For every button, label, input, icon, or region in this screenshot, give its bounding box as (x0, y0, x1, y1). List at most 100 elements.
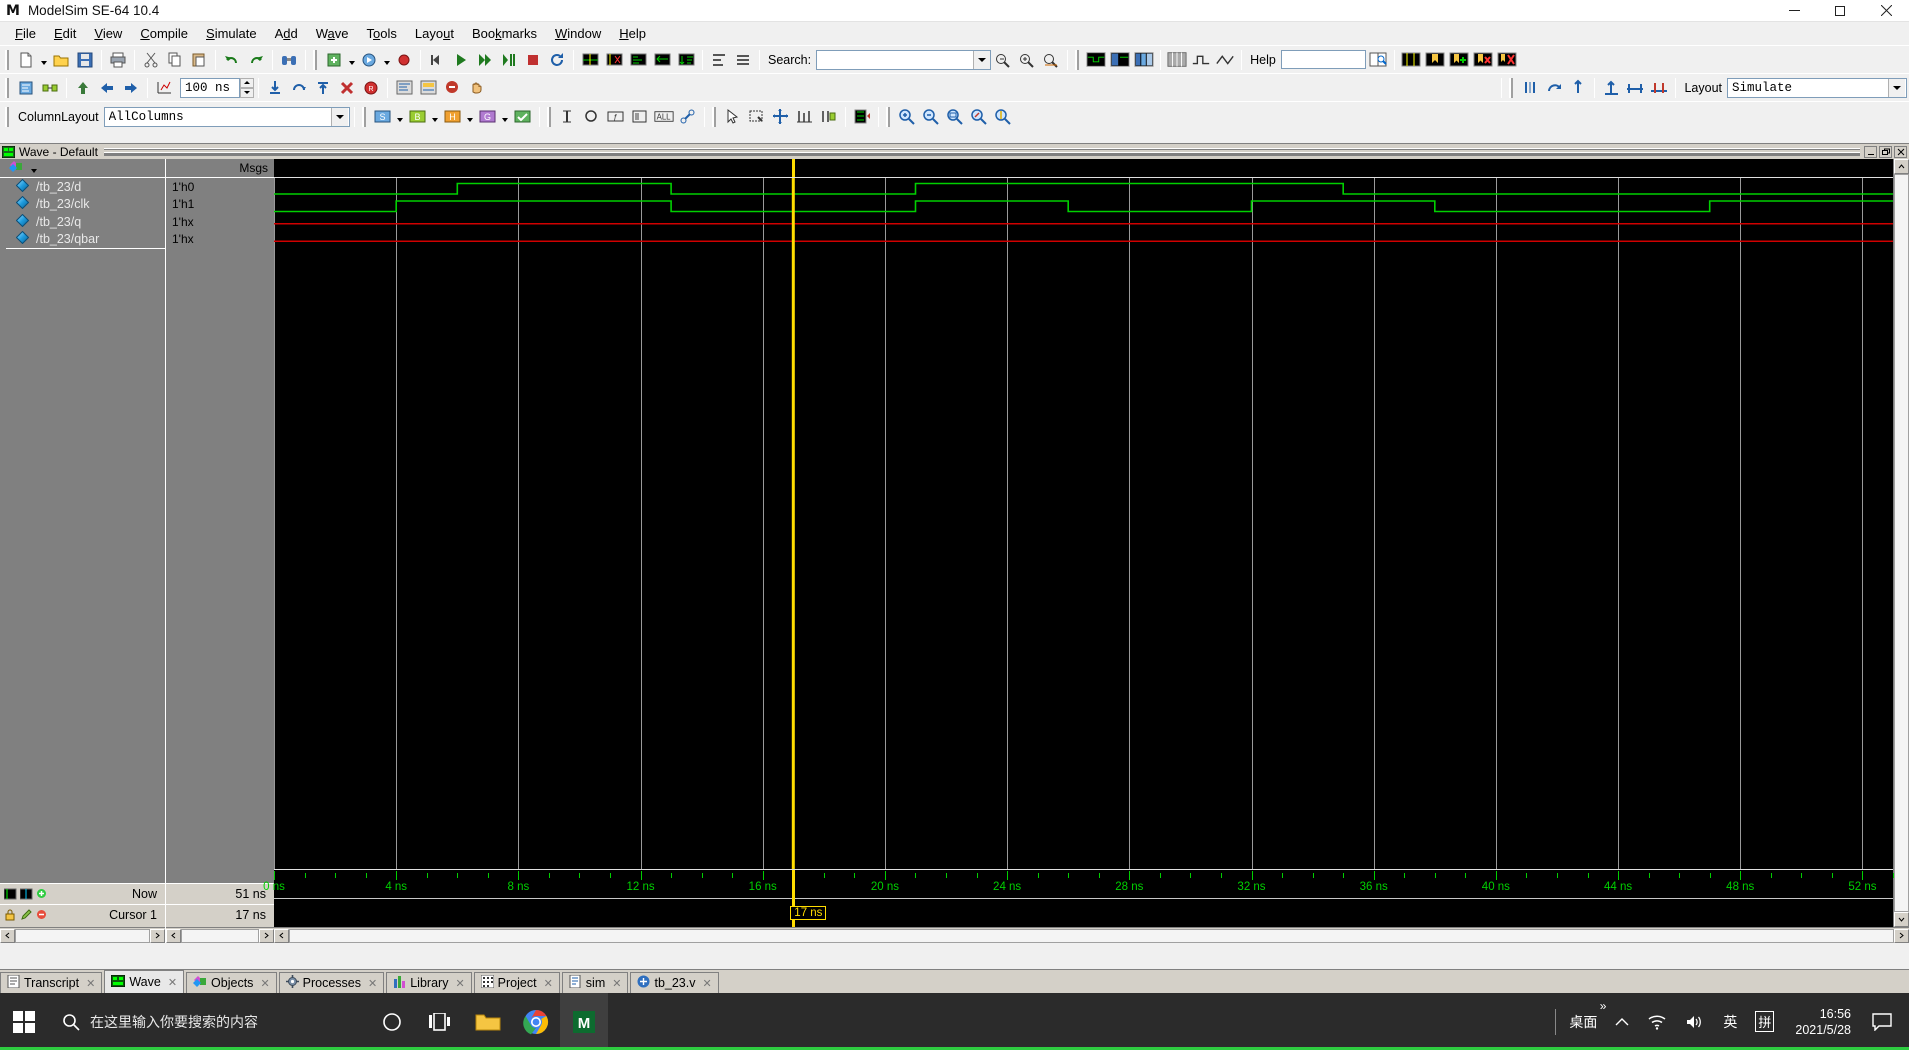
compile-dropdown[interactable] (346, 49, 357, 71)
copy-button[interactable] (164, 49, 186, 71)
toolbar-grip[interactable] (361, 106, 368, 127)
columnlayout-combobox[interactable] (103, 106, 350, 127)
tab-close-icon[interactable]: ✕ (455, 977, 464, 990)
tab-project[interactable]: Project ✕ (473, 972, 560, 993)
wave-vscrollbar[interactable] (1893, 159, 1909, 927)
signal-row[interactable]: /tb_23/qbar (0, 231, 165, 249)
radix-format-dropdown[interactable] (465, 106, 476, 128)
wave-vscroll-track[interactable] (1894, 174, 1909, 912)
toolbar-grip[interactable] (711, 106, 718, 127)
print-button[interactable] (107, 49, 129, 71)
modelsim-taskbar-button[interactable]: M (0, 993, 1909, 1050)
columnlayout-dropdown-button[interactable] (330, 107, 348, 126)
zoom-last-button[interactable] (968, 106, 990, 128)
radix-apply-button[interactable] (512, 106, 534, 128)
toolbar-grip[interactable] (1509, 77, 1516, 98)
wave-zoom-mode-button[interactable] (746, 106, 768, 128)
wave-minimize-button[interactable] (1864, 145, 1877, 158)
run-button[interactable] (450, 49, 472, 71)
values-scroll-track[interactable] (181, 928, 259, 943)
wave-view-2-button[interactable] (1109, 49, 1131, 71)
radix-group-dropdown[interactable] (500, 106, 511, 128)
menu-window[interactable]: Window (546, 24, 610, 43)
new-file-button[interactable] (15, 49, 37, 71)
zoom-fit-button[interactable] (944, 106, 966, 128)
menu-compile[interactable]: Compile (131, 24, 197, 43)
explorer-taskbar-button[interactable] (0, 993, 1909, 1050)
action-center-button[interactable] (1863, 993, 1901, 1050)
step-out-button[interactable] (312, 77, 334, 99)
menu-bookmarks[interactable]: Bookmarks (463, 24, 546, 43)
ime-language-button[interactable]: 英 (1714, 993, 1746, 1050)
wave-bookmark-remove-button[interactable] (1472, 49, 1494, 71)
nav-up-button[interactable] (72, 77, 94, 99)
tab-close-icon[interactable]: ✕ (612, 977, 621, 990)
zoom-cursor-button[interactable] (992, 106, 1014, 128)
signal-row[interactable]: /tb_23/d (0, 178, 165, 196)
minimize-button[interactable] (1771, 0, 1817, 22)
tab-close-icon[interactable]: ✕ (702, 977, 711, 990)
close-button[interactable] (1863, 0, 1909, 22)
values-scroll-right-button[interactable] (259, 928, 274, 943)
wave-scroll-right-button[interactable] (1894, 928, 1909, 943)
toggle-leaf-button[interactable] (708, 49, 730, 71)
network-button[interactable] (1638, 993, 1676, 1050)
tab-close-icon[interactable]: ✕ (86, 977, 95, 990)
menu-add[interactable]: Add (266, 24, 307, 43)
wave-bookmark-add-button[interactable] (1448, 49, 1470, 71)
maximize-button[interactable] (1817, 0, 1863, 22)
run-length-combobox[interactable] (180, 77, 240, 98)
wave-scroll-down-button[interactable] (1894, 912, 1909, 927)
clock[interactable]: 16:56 2021/5/28 (1783, 1006, 1863, 1038)
open-button[interactable] (50, 49, 72, 71)
toggle-fullpath-button[interactable] (732, 49, 754, 71)
run-length-icon-button[interactable] (153, 77, 175, 99)
wave-format-all-button[interactable]: ALL (653, 106, 675, 128)
wave-zoom-cursor-button[interactable] (1400, 49, 1422, 71)
view-dataflow-button[interactable] (39, 77, 61, 99)
radix-binary-dropdown[interactable] (430, 106, 441, 128)
wave-measure-mode-button[interactable] (794, 106, 816, 128)
layout-dropdown-button[interactable] (1888, 78, 1905, 97)
zoom-out-button[interactable] (920, 106, 942, 128)
wave-restore-button[interactable] (1879, 145, 1892, 158)
cursor-line-top[interactable] (791, 159, 795, 177)
chrome-taskbar-button[interactable] (0, 993, 1909, 1050)
cursor-time-flag[interactable]: 17 ns (790, 906, 827, 920)
names-hscrollbar[interactable] (0, 927, 165, 943)
toolbar-grip[interactable] (5, 77, 11, 98)
tab-transcript[interactable]: Transcript ✕ (0, 972, 103, 993)
tab-close-icon[interactable]: ✕ (368, 977, 377, 990)
names-scroll-left-button[interactable] (0, 928, 15, 943)
wave-format-link-button[interactable] (677, 106, 699, 128)
save-button[interactable] (74, 49, 96, 71)
run-length-spinner[interactable] (240, 77, 254, 98)
toolbar-grip[interactable] (1075, 49, 1082, 70)
continue-run-button[interactable] (474, 49, 496, 71)
redo-button[interactable] (245, 49, 267, 71)
values-scroll-left-button[interactable] (166, 928, 181, 943)
cursor-bar[interactable]: 17 ns (274, 903, 1893, 927)
wave-expand-button[interactable] (627, 49, 649, 71)
start-button[interactable] (0, 993, 48, 1050)
volume-button[interactable] (1676, 993, 1714, 1050)
search-input[interactable] (817, 50, 974, 69)
menu-tools[interactable]: Tools (358, 24, 406, 43)
view-source-button[interactable] (15, 77, 37, 99)
run-length-decrement[interactable] (240, 87, 254, 98)
help-input[interactable] (1280, 50, 1366, 69)
menu-help[interactable]: Help (610, 24, 655, 43)
wave-scroll-track[interactable] (289, 928, 1894, 943)
tab-close-icon[interactable]: ✕ (168, 976, 177, 989)
waveform-canvas[interactable] (274, 178, 1893, 869)
menu-simulate[interactable]: Simulate (197, 24, 266, 43)
wave-format-window-button[interactable] (629, 106, 651, 128)
wave-zoom-range2-button[interactable] (1648, 77, 1670, 99)
radix-group-button[interactable]: G (477, 106, 499, 128)
names-scroll-track[interactable] (15, 928, 150, 943)
titlebar-gripper[interactable] (103, 147, 1860, 156)
run-all-button[interactable] (498, 49, 520, 71)
show-hidden-icons-button[interactable] (1606, 993, 1638, 1050)
wave-scroll-up-button[interactable] (1894, 159, 1909, 174)
radix-binary-button[interactable]: B (407, 106, 429, 128)
